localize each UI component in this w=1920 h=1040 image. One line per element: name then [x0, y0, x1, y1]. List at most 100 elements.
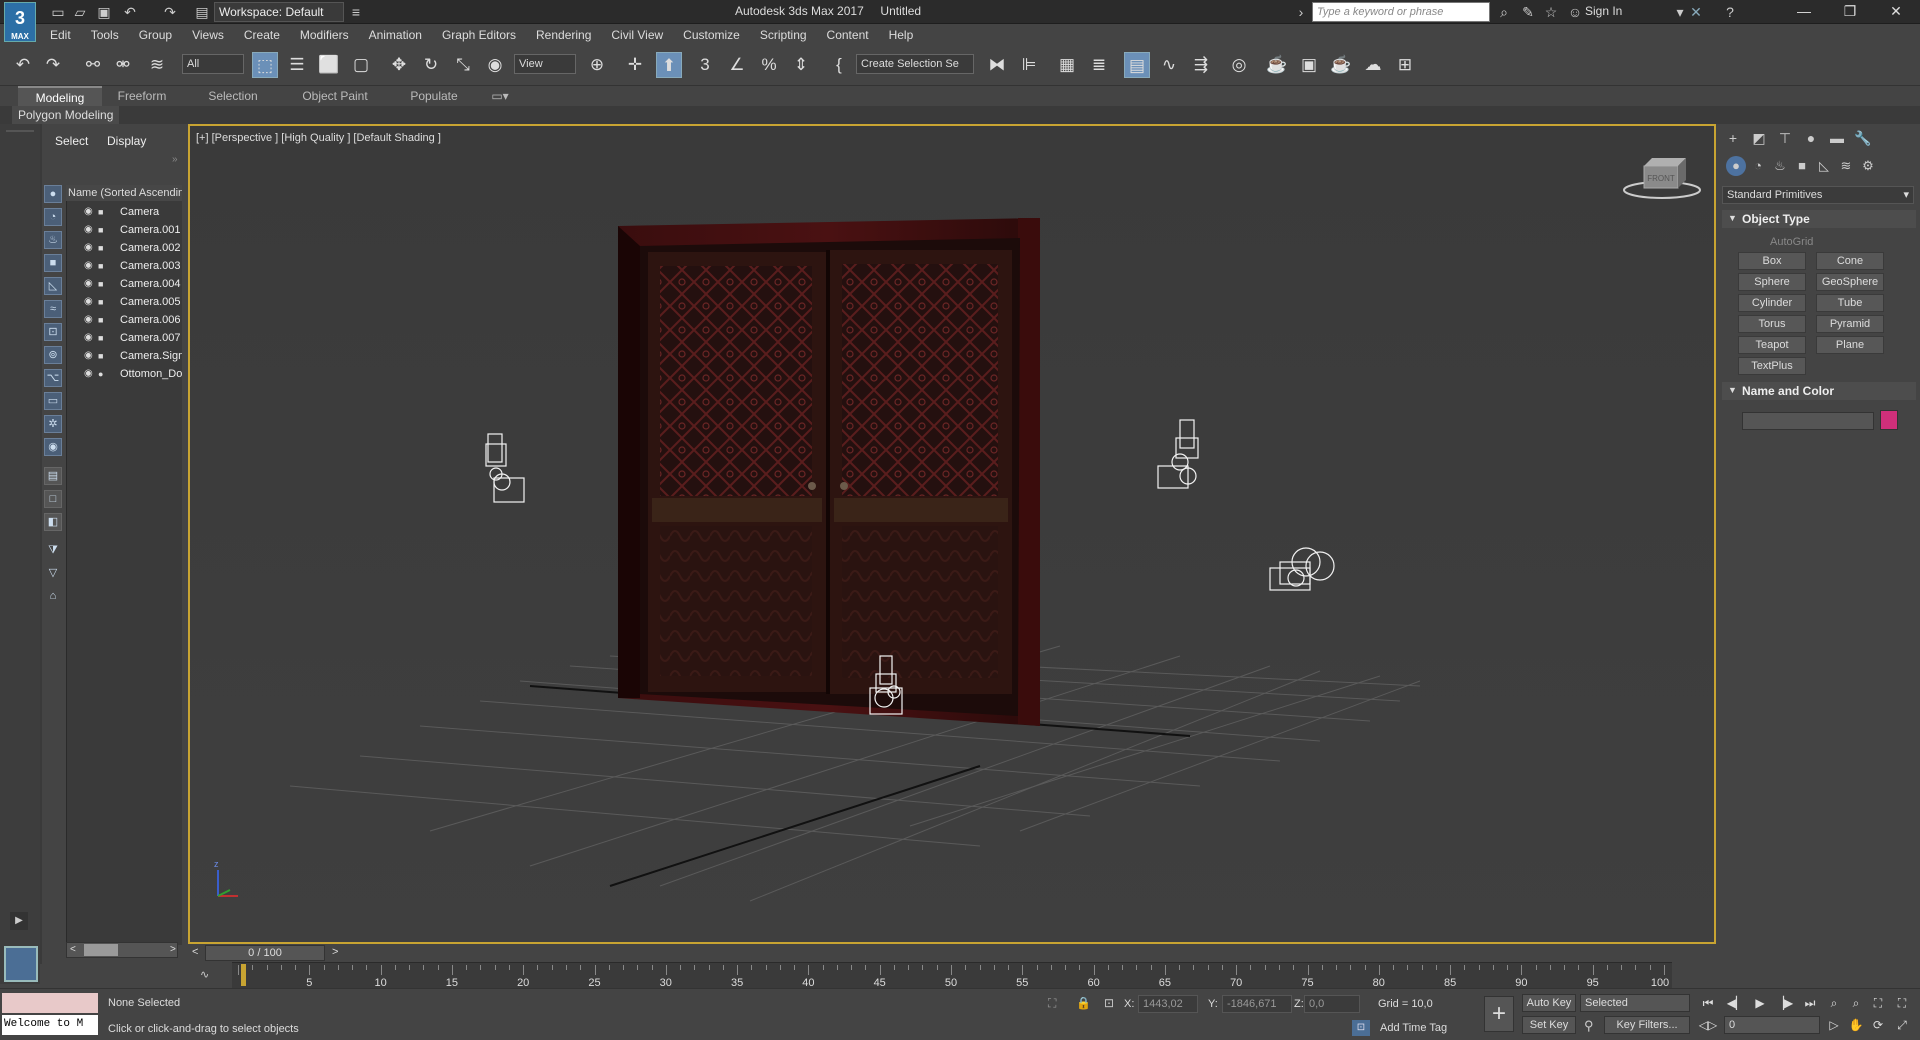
select-by-name-icon[interactable]: ☰: [284, 52, 310, 78]
material-editor-icon[interactable]: ◎: [1226, 52, 1252, 78]
object-name-field[interactable]: [1742, 412, 1874, 430]
layer-explorer-icon[interactable]: ≣: [1086, 52, 1112, 78]
current-frame-field[interactable]: 0: [1724, 1016, 1820, 1034]
maxscript-listener-top[interactable]: [2, 993, 98, 1013]
display-helpers-icon[interactable]: ◺: [44, 277, 62, 295]
display-none-icon[interactable]: □: [44, 490, 62, 508]
menu-edit[interactable]: Edit: [40, 24, 81, 46]
ribbon-options-icon[interactable]: ▭▾: [486, 86, 514, 106]
visibility-eye-icon[interactable]: ◉: [84, 203, 93, 221]
time-tag-icon[interactable]: ⊡: [1352, 1020, 1370, 1036]
geosphere-button[interactable]: GeoSphere: [1816, 273, 1884, 291]
x-coordinate-field[interactable]: 1443,02: [1138, 995, 1198, 1013]
orbit-icon[interactable]: ⟳: [1868, 1016, 1888, 1034]
scene-object-row[interactable]: ◉ ■ Camera.005: [66, 293, 182, 311]
zoom-all-icon[interactable]: ⌕: [1846, 994, 1866, 1012]
project-folder-icon[interactable]: ▤: [192, 2, 212, 22]
time-slider[interactable]: 0 / 100: [205, 945, 325, 961]
select-move-icon[interactable]: ✥: [386, 52, 412, 78]
menu-create[interactable]: Create: [234, 24, 290, 46]
explorer-tab-display[interactable]: Display: [107, 134, 146, 148]
filter-funnel-icon[interactable]: ⧩: [44, 541, 62, 559]
tab-modeling[interactable]: Modeling: [18, 86, 102, 106]
tab-object-paint[interactable]: Object Paint: [290, 86, 380, 106]
scene-object-row[interactable]: ◉ ■ Camera.Sign: [66, 347, 182, 365]
box-button[interactable]: Box: [1738, 252, 1806, 270]
set-key-button[interactable]: Set Key: [1522, 1016, 1576, 1034]
expand-layout-icon[interactable]: ▶: [10, 912, 28, 930]
name-column-header[interactable]: Name (Sorted Ascendin: [66, 185, 182, 201]
object-type-rollout[interactable]: Object Type: [1722, 210, 1916, 228]
cylinder-button[interactable]: Cylinder: [1738, 294, 1806, 312]
torus-button[interactable]: Torus: [1738, 315, 1806, 333]
create-tab-icon[interactable]: +: [1722, 128, 1744, 148]
maximize-viewport-icon[interactable]: ⤢: [1892, 1016, 1912, 1034]
scene-object-row[interactable]: ◉ ■ Camera.003: [66, 257, 182, 275]
render-setup-icon[interactable]: ☕: [1264, 52, 1290, 78]
add-time-tag[interactable]: Add Time Tag: [1380, 1022, 1447, 1034]
scroll-right-icon[interactable]: >: [170, 944, 176, 955]
mirror-icon[interactable]: ⧓: [984, 52, 1010, 78]
rendered-frame-window-icon[interactable]: ▣: [1296, 52, 1322, 78]
explorer-tab-select[interactable]: Select: [55, 134, 88, 148]
tab-populate[interactable]: Populate: [396, 86, 472, 106]
teapot-button[interactable]: Teapot: [1738, 336, 1806, 354]
autogrid-checkbox[interactable]: AutoGrid: [1770, 236, 1813, 248]
scene-object-row[interactable]: ◉ ■ Camera.004: [66, 275, 182, 293]
link-icon[interactable]: ⚯: [80, 52, 106, 78]
app-logo[interactable]: 3 MAX: [4, 2, 36, 42]
exchange-icon[interactable]: ✕: [1686, 2, 1706, 22]
cameras-category-icon[interactable]: ■: [1792, 156, 1812, 176]
auto-key-button[interactable]: Auto Key: [1522, 994, 1576, 1012]
help-icon[interactable]: ?: [1720, 2, 1740, 22]
favorites-star-icon[interactable]: ☆: [1541, 2, 1561, 22]
display-particles-icon[interactable]: ✲: [44, 415, 62, 433]
play-icon[interactable]: ▶: [1750, 994, 1770, 1012]
scene-object-row[interactable]: ◉ ■ Camera.002: [66, 239, 182, 257]
undo-quick-icon[interactable]: ↶: [120, 2, 140, 22]
goto-start-icon[interactable]: ⏮: [1698, 994, 1718, 1012]
time-next-icon[interactable]: >: [332, 946, 338, 958]
utilities-tab-icon[interactable]: 🔧: [1852, 128, 1874, 148]
maxscript-listener-input[interactable]: Welcome to M: [2, 1015, 98, 1035]
hierarchy-tab-icon[interactable]: ⊤: [1774, 128, 1796, 148]
display-spacewarps-icon[interactable]: ≈: [44, 300, 62, 318]
scene-object-row[interactable]: ◉ ■ Camera.001: [66, 221, 182, 239]
pan-view-icon[interactable]: ✋: [1846, 1016, 1866, 1034]
primitive-category-dropdown[interactable]: Standard Primitives ▾: [1722, 186, 1914, 204]
unlink-icon[interactable]: ⚮: [110, 52, 136, 78]
scene-explorer-icon[interactable]: ▦: [1054, 52, 1080, 78]
snaps-toggle-icon[interactable]: 3: [692, 52, 718, 78]
visibility-eye-icon[interactable]: ◉: [84, 329, 93, 347]
key-mode-toggle-icon[interactable]: ◁▷: [1698, 1016, 1718, 1034]
absolute-mode-icon[interactable]: ⊡: [1104, 996, 1114, 1010]
align-icon[interactable]: ⊫: [1016, 52, 1042, 78]
minimize-button[interactable]: —: [1784, 2, 1824, 22]
key-filter-icon[interactable]: ⚲: [1584, 1018, 1594, 1034]
display-groups-icon[interactable]: ⊡: [44, 323, 62, 341]
search-expand-icon[interactable]: ›: [1296, 2, 1306, 22]
goto-end-icon[interactable]: ⏭: [1800, 994, 1820, 1012]
curve-editor-icon[interactable]: ∿: [1156, 52, 1182, 78]
visibility-eye-icon[interactable]: ◉: [84, 257, 93, 275]
display-containers-icon[interactable]: ▭: [44, 392, 62, 410]
visibility-eye-icon[interactable]: ◉: [84, 293, 93, 311]
workspace-dropdown[interactable]: Workspace: Default: [214, 2, 344, 22]
display-bones-icon[interactable]: ⌥: [44, 369, 62, 387]
tube-button[interactable]: Tube: [1816, 294, 1884, 312]
scene-object-row[interactable]: ◉ ● Ottomon_Do: [66, 365, 182, 383]
visibility-eye-icon[interactable]: ◉: [84, 275, 93, 293]
invert-display-icon[interactable]: ◧: [44, 513, 62, 531]
a360-gallery-icon[interactable]: ⊞: [1392, 52, 1418, 78]
display-geometry-icon[interactable]: ●: [44, 185, 62, 203]
object-color-swatch[interactable]: [1880, 410, 1898, 430]
percent-snap-icon[interactable]: %: [756, 52, 782, 78]
display-cameras-icon[interactable]: ■: [44, 254, 62, 272]
new-file-icon[interactable]: ▭: [48, 2, 68, 22]
helpers-category-icon[interactable]: ◺: [1814, 156, 1834, 176]
select-object-icon[interactable]: ⬚: [252, 52, 278, 78]
visibility-eye-icon[interactable]: ◉: [84, 365, 93, 383]
time-prev-icon[interactable]: <: [192, 946, 198, 958]
explorer-horizontal-scrollbar[interactable]: [66, 942, 178, 958]
perspective-viewport[interactable]: [+] [Perspective ] [High Quality ] [Defa…: [188, 124, 1716, 944]
